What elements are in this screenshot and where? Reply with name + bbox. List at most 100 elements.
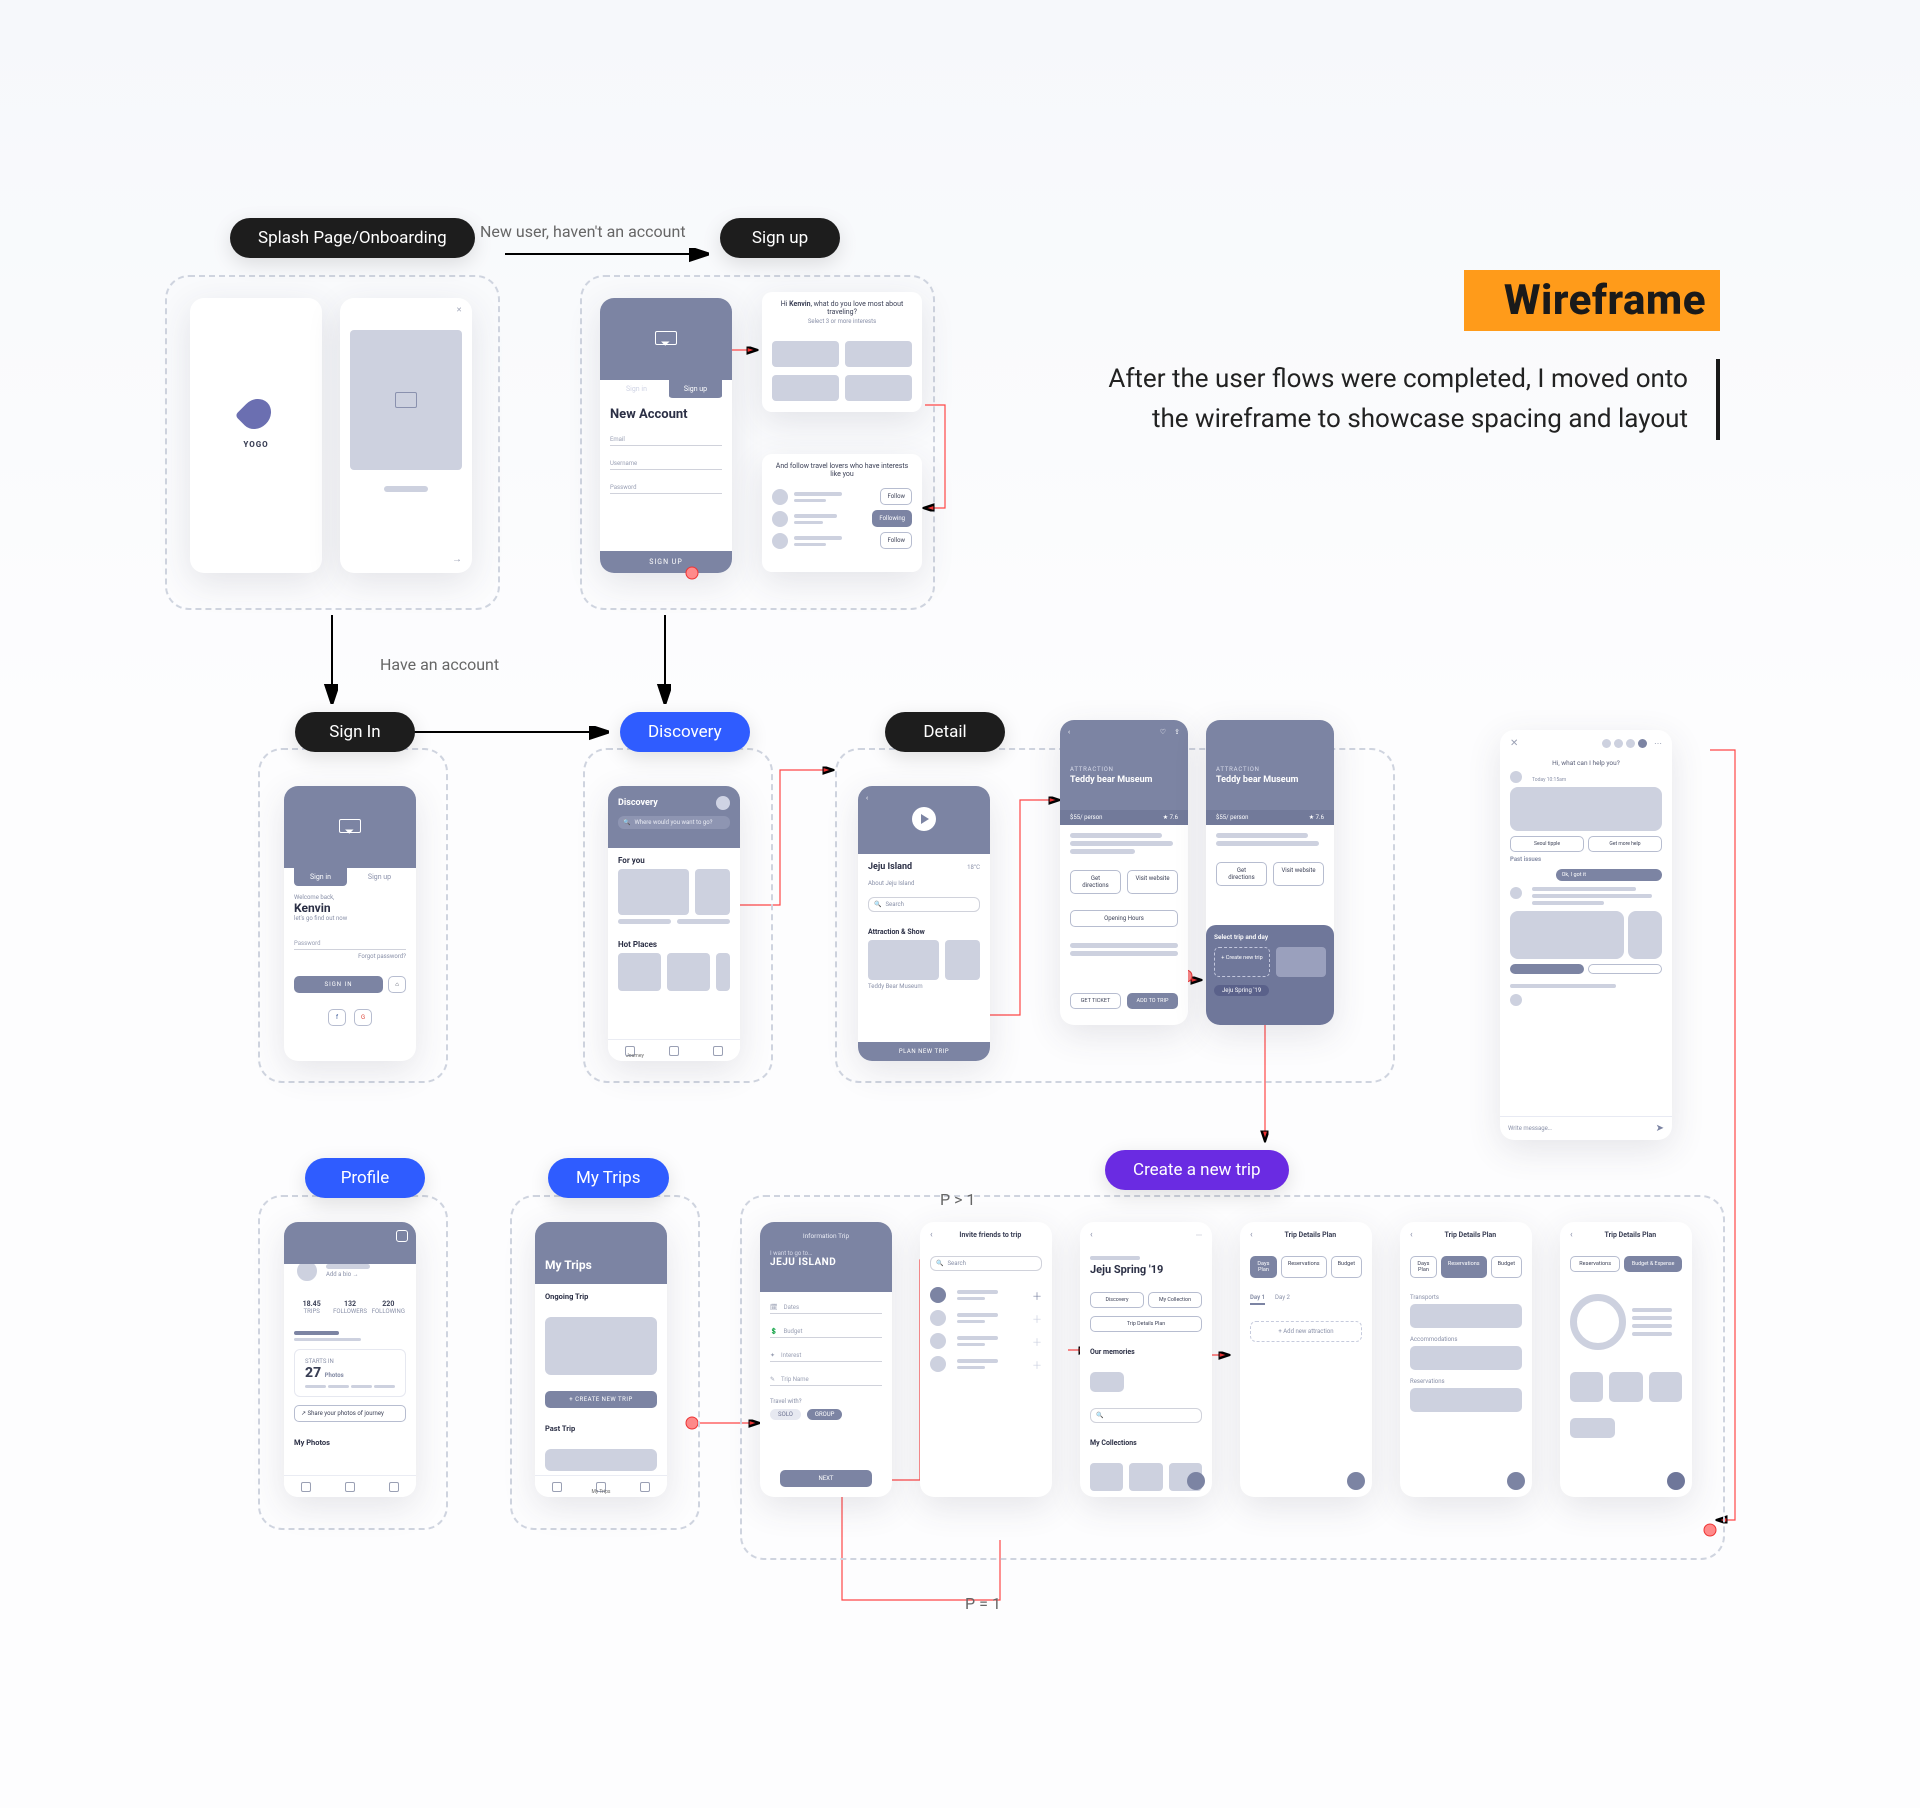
more-icon[interactable]: ⋯: [1654, 739, 1662, 748]
screen-info-trip: Information Trip I want to go to… JEJU I…: [760, 1222, 892, 1497]
back-icon[interactable]: ‹: [1410, 1230, 1413, 1240]
back-icon[interactable]: ‹: [930, 1230, 933, 1240]
bottom-nav[interactable]: [284, 1475, 416, 1497]
share-icon[interactable]: ⇪: [1174, 728, 1180, 736]
tab-signin[interactable]: Sign in: [294, 868, 347, 886]
chat-title: Hi, what can I help you?: [1500, 759, 1672, 767]
chat-fab-icon[interactable]: [1667, 1472, 1685, 1490]
screen-discovery: Discovery 🔍 Where would you want to go? …: [608, 786, 740, 1061]
create-new-trip-tile[interactable]: + Create new trip: [1214, 947, 1270, 977]
screen-invite: ‹ Invite friends to trip 🔍Search ＋ ＋ ＋ ＋: [920, 1222, 1052, 1497]
sheet-title: Select trip and day: [1214, 933, 1326, 941]
close-icon[interactable]: ✕: [1510, 738, 1518, 749]
back-icon[interactable]: ‹: [1068, 728, 1070, 736]
search-input[interactable]: Where would you want to go?: [634, 819, 712, 826]
calendar-icon: 🗓: [770, 1304, 778, 1311]
page-title: Discovery: [618, 798, 658, 808]
avatar-icon[interactable]: [716, 796, 730, 810]
send-icon[interactable]: ➤: [1656, 1123, 1664, 1134]
tag-detail: Detail: [885, 712, 1005, 752]
forgot-link[interactable]: Forgot password?: [294, 953, 406, 960]
settings-icon[interactable]: [396, 1230, 408, 1242]
label-p-gt-1: P > 1: [940, 1190, 975, 1209]
tab-days[interactable]: Days Plan: [1250, 1256, 1277, 1278]
back-icon[interactable]: ‹: [1090, 1230, 1093, 1240]
share-photos-button[interactable]: ↗ Share your photos of journey: [294, 1405, 406, 1422]
screen-budget: ‹ Trip Details Plan Reservations Budget …: [1560, 1222, 1692, 1497]
interest-icon: ✦: [770, 1352, 775, 1359]
back-icon[interactable]: ‹: [866, 794, 868, 802]
budget-icon: 💲: [770, 1328, 777, 1335]
temperature: 18°C: [967, 864, 980, 871]
screen-profile: Add a bio → 18.45TRIPS 132FOLLOWERS 220F…: [284, 1222, 416, 1497]
price: $55/ person: [1070, 814, 1103, 821]
search-icon: 🔍: [874, 901, 881, 908]
user-name: Kenvin: [294, 901, 406, 915]
screen-detail-item: ‹ ♡ ⇪ ATTRACTION Teddy bear Museum $55/ …: [1060, 720, 1188, 1025]
heart-icon[interactable]: ♡: [1160, 728, 1166, 736]
tab-discovery[interactable]: Discovery: [1090, 1292, 1144, 1308]
chat-fab-icon[interactable]: [1347, 1472, 1365, 1490]
tag-mytrips: My Trips: [548, 1158, 669, 1198]
tab-plan[interactable]: Trip Details Plan: [1090, 1316, 1202, 1332]
get-directions-button[interactable]: Get directions: [1070, 870, 1121, 894]
place-title: Jeju Island: [868, 862, 912, 872]
screen-reservations: ‹ Trip Details Plan Days Plan Reservatio…: [1400, 1222, 1532, 1497]
group-chip[interactable]: GROUP: [807, 1409, 843, 1420]
label-p-eq-1: P = 1: [965, 1594, 1001, 1613]
day1-tab[interactable]: Day 1: [1250, 1294, 1265, 1305]
screen-mytrips: My Trips Ongoing Trip + CREATE NEW TRIP …: [535, 1222, 667, 1497]
tag-profile: Profile: [305, 1158, 425, 1198]
opening-hours-button[interactable]: Opening Hours: [1070, 910, 1178, 927]
name-icon: ✎: [770, 1376, 775, 1383]
faceid-icon[interactable]: ⌂: [388, 976, 406, 993]
destination: JEJU ISLAND: [770, 1257, 882, 1268]
play-icon[interactable]: [912, 807, 936, 831]
chat-fab-icon[interactable]: [1187, 1472, 1205, 1490]
google-icon[interactable]: G: [354, 1009, 372, 1026]
screen-chat: ✕ ⋯ Hi, what can I help you? Today 10:15…: [1500, 730, 1672, 1140]
trip-chip[interactable]: Jeju Spring '19: [1214, 985, 1269, 996]
add-bio-link[interactable]: Add a bio →: [326, 1271, 406, 1278]
tag-discovery: Discovery: [620, 712, 750, 752]
next-button[interactable]: NEXT: [780, 1470, 872, 1487]
signin-button[interactable]: SIGN IN: [294, 976, 383, 993]
search-icon: 🔍: [936, 1260, 943, 1267]
get-ticket-button[interactable]: GET TICKET: [1070, 993, 1121, 1009]
screen-days-plan: ‹ Trip Details Plan Days Plan Reservatio…: [1240, 1222, 1372, 1497]
page-title: My Trips: [545, 1258, 592, 1272]
image-icon: [339, 819, 361, 833]
screen-detail-overview: ‹ Jeju Island 18°C About Jeju Island 🔍Se…: [858, 786, 990, 1061]
solo-chip[interactable]: SOLO: [770, 1409, 801, 1420]
bot-avatar-icon: [1510, 771, 1522, 783]
plan-new-trip-button[interactable]: PLAN NEW TRIP: [858, 1042, 990, 1061]
password-field[interactable]: Password: [294, 936, 406, 950]
screen-signin: Sign in Sign up Welcome back, Kenvin let…: [284, 786, 416, 1061]
day2-tab[interactable]: Day 2: [1275, 1294, 1290, 1305]
tag-create-trip: Create a new trip: [1105, 1150, 1289, 1190]
add-attraction-button[interactable]: + Add new attraction: [1250, 1321, 1362, 1342]
add-to-trip-button[interactable]: ADD TO TRIP: [1127, 993, 1178, 1009]
visit-website-button[interactable]: Visit website: [1127, 870, 1178, 894]
add-icon[interactable]: ＋: [1032, 1288, 1042, 1303]
tag-signin: Sign In: [295, 712, 415, 752]
tab-res[interactable]: Reservations: [1281, 1256, 1327, 1278]
trip-title: Jeju Spring '19: [1090, 1263, 1202, 1276]
tab-budget[interactable]: Budget: [1331, 1256, 1362, 1278]
tab-signup[interactable]: Sign up: [353, 868, 406, 886]
chat-fab-icon[interactable]: [1507, 1472, 1525, 1490]
back-icon[interactable]: ‹: [1250, 1230, 1253, 1240]
facebook-icon[interactable]: f: [328, 1009, 346, 1026]
back-icon[interactable]: ‹: [1570, 1230, 1573, 1240]
create-new-trip-button[interactable]: + CREATE NEW TRIP: [545, 1391, 657, 1408]
tab-budget-expense[interactable]: Budget & Expense: [1624, 1256, 1682, 1272]
screen-detail-item-picker: ATTRACTION Teddy bear Museum $55/ person…: [1206, 720, 1334, 1025]
page-title: Invite friends to trip: [939, 1231, 1042, 1239]
page-title: Information Trip: [770, 1232, 882, 1240]
search-icon: 🔍: [623, 819, 630, 826]
screen-trip-detail: ‹ ⋯ Jeju Spring '19 Discovery My Collect…: [1080, 1222, 1212, 1497]
chat-input[interactable]: Write message…: [1508, 1125, 1656, 1132]
donut-chart: [1570, 1294, 1626, 1350]
tab-collection[interactable]: My Collection: [1148, 1292, 1202, 1308]
rating: 7.6: [1170, 814, 1178, 821]
